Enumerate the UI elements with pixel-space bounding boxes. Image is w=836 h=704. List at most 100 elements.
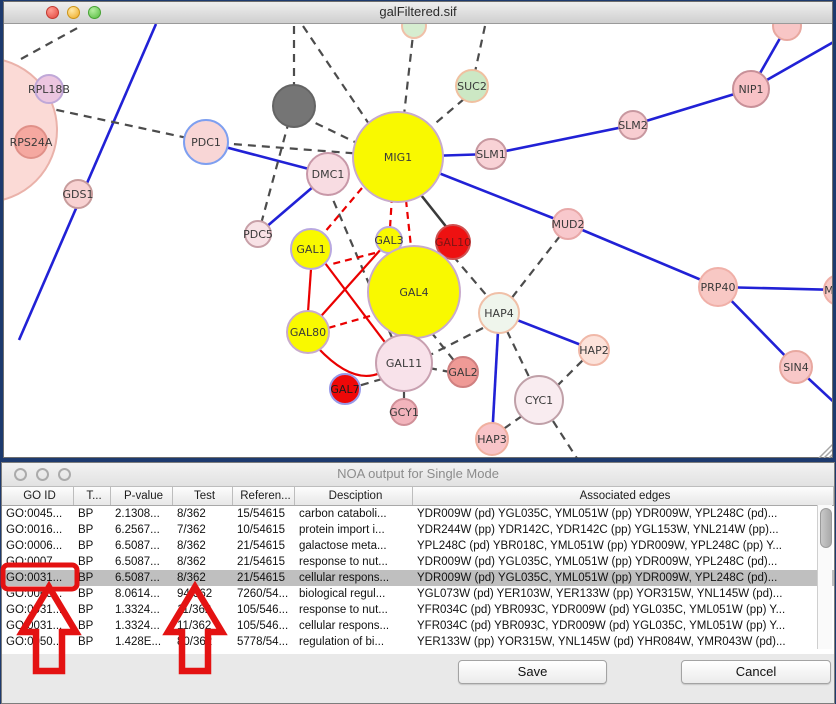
graph-edge[interactable] [431,99,464,127]
table-cell-edges: YFR034C (pd) YBR093C, YDR009W (pd) YGL03… [413,618,834,634]
table-row[interactable]: GO:0031...BP6.5087...8/36221/54615cellul… [2,570,834,586]
table-cell-reference: 105/546... [233,618,295,634]
table-cell-description: response to nut... [295,554,413,570]
table-cell-test: 7/362 [173,522,233,538]
table-cell-edges: YFR034C (pd) YBR093C, YDR009W (pd) YGL03… [413,602,834,618]
table-cell-type: BP [74,570,111,586]
table-cell-type: BP [74,586,111,602]
graph-edge[interactable] [475,26,485,72]
graph-node-label-CYC1: CYC1 [525,394,553,407]
graph-node-label-GAL4: GAL4 [399,286,428,299]
graph-node-label-HAP4: HAP4 [484,307,513,320]
graph-edge[interactable] [553,421,578,458]
graph-edge[interactable] [303,117,359,144]
graph-node-label-GAL80: GAL80 [290,326,326,339]
save-button[interactable]: Save [458,660,607,684]
table-cell-description: response to nut... [295,602,413,618]
column-header-reference[interactable]: Referen... [233,487,295,505]
table-row[interactable]: GO:0031...BP1.3324...11/362105/546...cel… [2,618,834,634]
table-cell-p_value: 1.3324... [111,602,173,618]
table-cell-p_value: 1.3324... [111,618,173,634]
graph-edge[interactable] [318,348,380,376]
noa-window-titlebar[interactable]: NOA output for Single Mode [2,463,834,487]
table-cell-description: biological regul... [295,586,413,602]
graph-node-label-SLM2: SLM2 [618,119,648,132]
table-cell-test: 80/362 [173,634,233,650]
table-cell-test: 11/362 [173,602,233,618]
graph-node-label-PDC1: PDC1 [191,136,221,149]
graph-edge[interactable] [507,331,531,381]
column-header-edges[interactable]: Associated edges [413,487,834,505]
table-scrollbar[interactable] [817,505,832,649]
graph-edge[interactable] [406,200,411,247]
graph-edge[interactable] [261,121,289,224]
table-row[interactable]: GO:0031...BP1.3324...11/362105/546...res… [2,602,834,618]
cancel-button[interactable]: Cancel [681,660,831,684]
graph-node-label-RPS24A: RPS24A [10,136,53,149]
table-cell-reference: 21/54615 [233,538,295,554]
table-cell-description: protein import i... [295,522,413,538]
column-header-test[interactable]: Test [173,487,233,505]
column-header-description[interactable]: Desciption [295,487,413,505]
graph-edge[interactable] [557,358,585,386]
table-row[interactable]: GO:0065...BP8.0614...94/3627260/54...bio… [2,586,834,602]
table-cell-type: BP [74,602,111,618]
table-row[interactable]: GO:0007...BP6.5087...8/36221/54615respon… [2,554,834,570]
graph-node-topcut1[interactable] [402,24,426,38]
table-cell-go_id: GO:0065... [2,586,74,602]
graph-node-topcut2[interactable] [773,24,801,40]
table-cell-test: 8/362 [173,570,233,586]
column-header-p_value[interactable]: P-value [111,487,173,505]
table-empty-area [2,650,834,654]
graph-node-label-GDS1: GDS1 [63,188,94,201]
network-canvas[interactable]: RPL18BRPS24AGDS1PDC1DMC1MIG1SUC2SLM1SLM2… [4,24,832,458]
graph-edge[interactable] [568,224,718,287]
table-row[interactable]: GO:0045...BP2.1308...8/36215/54615carbon… [2,506,834,522]
table-row[interactable]: GO:0050...BP1.428E...80/3625778/54...reg… [2,634,834,650]
graph-node-label-GAL2: GAL2 [448,366,477,379]
scrollbar-thumb[interactable] [820,508,832,548]
table-cell-test: 8/362 [173,538,233,554]
table-cell-description: cellular respons... [295,618,413,634]
graph-edge[interactable] [19,24,156,340]
graph-edge[interactable] [308,269,311,312]
table-cell-p_value: 6.5087... [111,554,173,570]
graph-window: galFiltered.sif RPL18BRPS24AGDS1PDC1DMC1… [3,1,833,458]
table-cell-type: BP [74,554,111,570]
graph-node-dark-node[interactable] [273,85,315,127]
table-cell-type: BP [74,506,111,522]
table-cell-go_id: GO:0031... [2,602,74,618]
table-row[interactable]: GO:0016...BP6.2567...7/36210/54615protei… [2,522,834,538]
table-cell-p_value: 6.5087... [111,570,173,586]
graph-edge[interactable] [421,195,448,229]
graph-node-label-GAL11: GAL11 [386,357,422,370]
graph-node-label-PDC5: PDC5 [243,228,273,241]
graph-edge[interactable] [502,416,522,430]
graph-node-label-HAP3: HAP3 [477,433,506,446]
graph-edge[interactable] [491,125,633,154]
graph-node-label-GCY1: GCY1 [389,406,419,419]
graph-window-titlebar[interactable]: galFiltered.sif [4,2,832,24]
graph-edge[interactable] [358,379,382,386]
table-cell-edges: YGL073W (pd) YER103W, YER133W (pp) YOR31… [413,586,834,602]
graph-edge[interactable] [328,316,370,328]
table-cell-p_value: 8.0614... [111,586,173,602]
table-row[interactable]: GO:0006...BP6.5087...8/36221/54615galact… [2,538,834,554]
table-cell-p_value: 6.5087... [111,538,173,554]
table-cell-description: cellular respons... [295,570,413,586]
table-cell-test: 11/362 [173,618,233,634]
graph-edge[interactable] [507,236,560,304]
table-cell-reference: 21/54615 [233,554,295,570]
graph-edge[interactable] [21,26,81,59]
table-cell-edges: YDR009W (pd) YGL035C, YML051W (pp) YDR00… [413,570,834,586]
column-header-go_id[interactable]: GO ID [2,487,74,505]
table-cell-go_id: GO:0031... [2,570,74,586]
graph-node-label-SLM1: SLM1 [476,148,506,161]
column-header-type[interactable]: T... [74,487,111,505]
table-cell-reference: 5778/54... [233,634,295,650]
graph-node-label-HAP2: HAP2 [579,344,608,357]
table-cell-description: regulation of bi... [295,634,413,650]
resize-grip-icon[interactable] [819,444,832,458]
table-cell-test: 8/362 [173,554,233,570]
graph-edge[interactable] [404,26,414,115]
